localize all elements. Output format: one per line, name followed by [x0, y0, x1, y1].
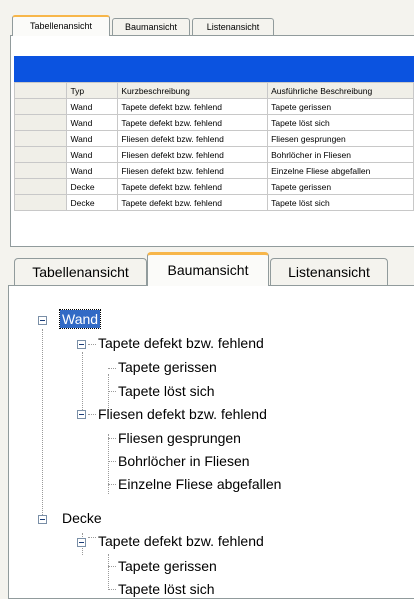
column-header-kurzbeschreibung[interactable]: Kurzbeschreibung	[117, 82, 269, 99]
tree-line	[108, 434, 109, 494]
table-row[interactable]: Wand Fliesen defekt bzw. fehlend Einzeln…	[13, 162, 414, 179]
row-header[interactable]	[13, 114, 68, 131]
cell-typ[interactable]: Wand	[66, 130, 119, 147]
row-header[interactable]	[13, 146, 68, 163]
column-header-ausfuehrliche-beschreibung[interactable]: Ausführliche Beschreibung	[267, 82, 414, 99]
row-header[interactable]	[13, 98, 68, 115]
tree-node-bohrloecher[interactable]: Bohrlöcher in Fliesen	[116, 452, 252, 470]
tree-node-label: Fliesen defekt bzw. fehlend	[98, 406, 267, 422]
table-row[interactable]: Wand Fliesen defekt bzw. fehlend Fliesen…	[13, 130, 414, 147]
tree-node-tapete-gerissen-decke[interactable]: Tapete gerissen	[116, 557, 219, 575]
cell-typ[interactable]: Wand	[66, 162, 119, 179]
tree-line	[108, 484, 116, 485]
table-row[interactable]: Decke Tapete defekt bzw. fehlend Tapete …	[13, 178, 414, 195]
tree-node-label: Bohrlöcher in Fliesen	[118, 453, 250, 469]
tree-line	[108, 391, 116, 392]
table-header-row: Typ Kurzbeschreibung Ausführliche Beschr…	[13, 82, 414, 99]
tree-line	[82, 352, 83, 414]
tree-node-tapete-loest-sich-decke[interactable]: Tapete löst sich	[116, 580, 217, 598]
tree-node-label: Tapete gerissen	[118, 359, 217, 375]
tree-node-label: Wand	[58, 309, 102, 329]
tree-node-tapete-wand[interactable]: Tapete defekt bzw. fehlend	[96, 334, 266, 352]
tree-node-fliesen-wand[interactable]: Fliesen defekt bzw. fehlend	[96, 405, 269, 423]
tree-line	[108, 589, 116, 590]
cell-typ[interactable]: Wand	[66, 98, 119, 115]
tab-listenansicht-small[interactable]: Listenansicht	[192, 18, 274, 35]
cell-ausfuehrliche-beschreibung[interactable]: Einzelne Fliese abgefallen	[267, 162, 414, 179]
collapse-fliesen-wand-icon[interactable]	[77, 410, 86, 419]
collapse-wand-icon[interactable]	[38, 316, 47, 325]
cell-kurzbeschreibung[interactable]: Fliesen defekt bzw. fehlend	[117, 146, 269, 163]
row-header[interactable]	[13, 162, 68, 179]
tree-view-panel: Tabellenansicht Baumansicht Listenansich…	[0, 247, 414, 599]
row-header[interactable]	[13, 194, 68, 211]
tree-line	[88, 537, 96, 538]
row-header[interactable]	[13, 178, 68, 195]
cell-typ[interactable]: Decke	[66, 194, 119, 211]
tree-node-label: Tapete defekt bzw. fehlend	[98, 533, 264, 549]
collapse-decke-icon[interactable]	[38, 515, 47, 524]
cell-kurzbeschreibung[interactable]: Tapete defekt bzw. fehlend	[117, 114, 269, 131]
tree-line	[108, 554, 109, 590]
cell-ausfuehrliche-beschreibung[interactable]: Fliesen gesprungen	[267, 130, 414, 147]
tree-line	[42, 329, 43, 515]
tree-node-label: Decke	[62, 510, 102, 526]
cell-kurzbeschreibung[interactable]: Fliesen defekt bzw. fehlend	[117, 162, 269, 179]
cell-ausfuehrliche-beschreibung[interactable]: Bohrlöcher in Fliesen	[267, 146, 414, 163]
damage-table: Typ Kurzbeschreibung Ausführliche Beschr…	[13, 82, 414, 211]
tree-line	[108, 461, 116, 462]
table-row[interactable]: Wand Fliesen defekt bzw. fehlend Bohrlöc…	[13, 146, 414, 163]
table-row[interactable]: Wand Tapete defekt bzw. fehlend Tapete l…	[13, 114, 414, 131]
tab-baumansicht[interactable]: Baumansicht	[147, 252, 269, 286]
column-header-typ[interactable]: Typ	[66, 82, 119, 99]
tree-node-label: Tapete gerissen	[118, 558, 217, 574]
cell-ausfuehrliche-beschreibung[interactable]: Tapete gerissen	[267, 98, 414, 115]
cell-kurzbeschreibung[interactable]: Fliesen defekt bzw. fehlend	[117, 130, 269, 147]
tree-node-wand[interactable]: Wand	[58, 309, 102, 329]
tree-node-label: Tapete löst sich	[118, 581, 215, 597]
tree-line	[108, 368, 116, 369]
cell-ausfuehrliche-beschreibung[interactable]: Tapete löst sich	[267, 194, 414, 211]
collapse-tapete-wand-icon[interactable]	[77, 340, 86, 349]
tree-node-einzelne-fliese[interactable]: Einzelne Fliese abgefallen	[116, 475, 283, 493]
tab-tabellenansicht-small[interactable]: Tabellenansicht	[12, 15, 110, 36]
tab-baumansicht-small[interactable]: Baumansicht	[112, 18, 190, 35]
tree-node-label: Tapete defekt bzw. fehlend	[98, 335, 264, 351]
tree-node-decke[interactable]: Decke	[60, 509, 104, 527]
cell-typ[interactable]: Wand	[66, 114, 119, 131]
tree-node-fliesen-gesprungen[interactable]: Fliesen gesprungen	[116, 429, 243, 447]
cell-kurzbeschreibung[interactable]: Tapete defekt bzw. fehlend	[117, 98, 269, 115]
tree-node-label: Einzelne Fliese abgefallen	[118, 476, 282, 492]
tree-line	[108, 438, 116, 439]
table-group-header	[14, 56, 414, 82]
damage-tree: Wand Tapete defekt bzw. fehlend Tapete g…	[0, 247, 414, 599]
tree-line	[88, 414, 96, 415]
cell-ausfuehrliche-beschreibung[interactable]: Tapete löst sich	[267, 114, 414, 131]
collapse-tapete-decke-icon[interactable]	[77, 538, 86, 547]
cell-ausfuehrliche-beschreibung[interactable]: Tapete gerissen	[267, 178, 414, 195]
tree-node-label: Tapete löst sich	[118, 383, 215, 399]
table-row[interactable]: Wand Tapete defekt bzw. fehlend Tapete g…	[13, 98, 414, 115]
row-header-corner	[13, 82, 68, 99]
tree-node-tapete-gerissen[interactable]: Tapete gerissen	[116, 358, 219, 376]
cell-kurzbeschreibung[interactable]: Tapete defekt bzw. fehlend	[117, 194, 269, 211]
cell-typ[interactable]: Wand	[66, 146, 119, 163]
tree-line	[108, 566, 116, 567]
tree-node-tapete-decke[interactable]: Tapete defekt bzw. fehlend	[96, 532, 266, 550]
tree-node-label: Fliesen gesprungen	[118, 430, 241, 446]
table-view-panel: Tabellenansicht Baumansicht Listenansich…	[0, 0, 414, 247]
cell-kurzbeschreibung[interactable]: Tapete defekt bzw. fehlend	[117, 178, 269, 195]
cell-typ[interactable]: Decke	[66, 178, 119, 195]
row-header[interactable]	[13, 130, 68, 147]
tree-line	[88, 344, 96, 345]
table-row[interactable]: Decke Tapete defekt bzw. fehlend Tapete …	[13, 194, 414, 211]
tree-node-tapete-loest-sich[interactable]: Tapete löst sich	[116, 382, 217, 400]
